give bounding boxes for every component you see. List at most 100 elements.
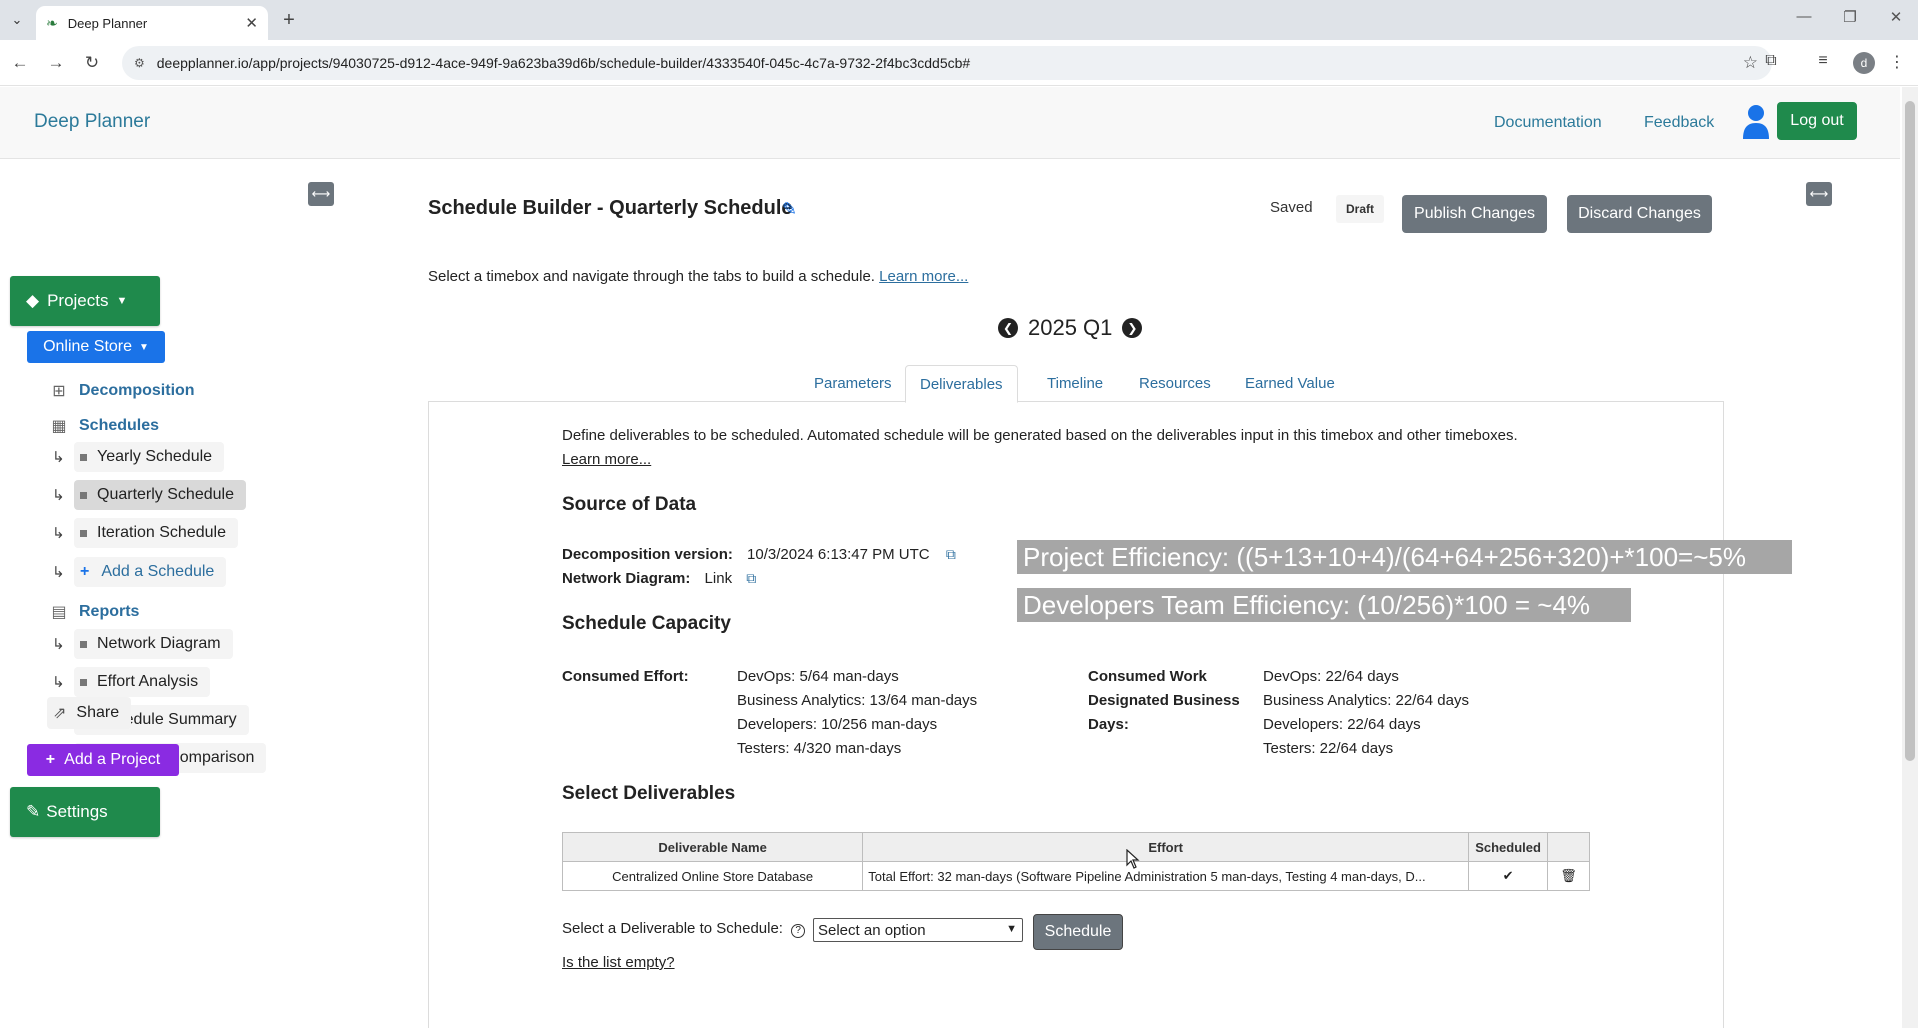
source-of-data-heading: Source of Data (562, 494, 697, 515)
help-question-icon[interactable]: ? (791, 924, 806, 938)
projects-menu-button[interactable]: ◆ Projects ▼ (10, 276, 160, 326)
tab-search-chevron-icon[interactable]: ⌄ (4, 8, 30, 32)
schedule-item-label: Quarterly Schedule (97, 486, 234, 503)
tab-parameters[interactable]: Parameters (800, 365, 906, 402)
sidebar-item-iteration-schedule[interactable]: ↳ Iteration Schedule (52, 518, 238, 548)
logout-button[interactable]: Log out (1777, 102, 1857, 140)
consumed-work-business-analytics: Business Analytics: 22/64 days (1263, 692, 1469, 709)
sidebar-item-decomposition[interactable]: ⊞ Decomposition (49, 381, 194, 401)
network-diagram-row: Network Diagram: Link ⧉ (562, 570, 756, 587)
bullet-square-icon (80, 491, 87, 499)
schedule-button[interactable]: Schedule (1033, 914, 1123, 950)
caret-down-icon: ▼ (116, 295, 128, 307)
project-selector-button[interactable]: Online Store ▼ (27, 331, 165, 363)
report-pill: Effort Analysis (74, 667, 211, 697)
documentation-link[interactable]: Documentation (1494, 114, 1602, 132)
external-link-icon[interactable]: ⧉ (746, 570, 756, 586)
network-diagram-link[interactable]: Link (705, 570, 733, 587)
settings-label: Settings (46, 802, 108, 821)
sidebar-item-network-diagram[interactable]: ↳ Network Diagram (52, 629, 233, 659)
address-bar[interactable]: ⚙ deepplanner.io/app/projects/94030725-d… (122, 46, 1772, 80)
favicon-leaf-icon: ❧ (46, 14, 58, 31)
consumed-work-developers: Developers: 22/64 days (1263, 716, 1421, 733)
deliverables-learn-more-link[interactable]: Learn more... (562, 451, 651, 468)
consumed-work-label-line1: Consumed Work (1088, 668, 1207, 685)
delete-trash-icon[interactable]: 🗑 (1547, 861, 1590, 891)
bullet-square-icon (80, 453, 87, 461)
feedback-link[interactable]: Feedback (1644, 114, 1714, 132)
decomposition-version-value: 10/3/2024 6:13:47 PM UTC (747, 546, 930, 563)
browser-tab[interactable]: ❧ Deep Planner ✕ (36, 6, 268, 40)
settings-button[interactable]: ✎ Settings (10, 787, 160, 837)
browser-toolbar: ← → ↻ ⚙ deepplanner.io/app/projects/9403… (0, 40, 1918, 86)
schedule-item-label: Yearly Schedule (97, 448, 213, 465)
app-page: Deep Planner Documentation Feedback Log … (0, 87, 1900, 1028)
user-icon[interactable] (1742, 103, 1770, 139)
previous-period-chevron-icon[interactable]: ❮ (998, 318, 1018, 338)
select-deliverable-label-row: Select a Deliverable to Schedule: ? (562, 920, 806, 938)
report-item-label: Effort Analysis (97, 673, 199, 690)
right-panel-toggle-arrows-icon[interactable]: ⟷ (1806, 182, 1832, 206)
page-scrollbar[interactable] (1902, 87, 1918, 1028)
learn-more-link[interactable]: Learn more... (879, 268, 968, 285)
decomposition-tree-icon: ⊞ (52, 383, 66, 400)
branch-arrow-icon: ↳ (52, 674, 65, 691)
sidebar-item-add-schedule[interactable]: ↳ + Add a Schedule (52, 557, 227, 587)
schedule-capacity-heading: Schedule Capacity (562, 613, 731, 634)
extensions-puzzle-icon[interactable]: ⧉ (1760, 52, 1782, 70)
edit-pencil-icon[interactable]: ✎ (782, 199, 797, 220)
tab-deliverables[interactable]: Deliverables (905, 365, 1018, 403)
branch-arrow-icon: ↳ (52, 636, 65, 653)
minimize-icon[interactable]: — (1784, 8, 1824, 25)
publish-changes-button[interactable]: Publish Changes (1402, 195, 1547, 233)
is-list-empty-link[interactable]: Is the list empty? (562, 954, 675, 971)
network-diagram-label: Network Diagram: (562, 570, 691, 587)
tab-resources[interactable]: Resources (1125, 365, 1225, 402)
reload-icon[interactable]: ↻ (80, 51, 104, 75)
browser-menu-icon[interactable]: ⋮ (1886, 52, 1908, 72)
period-label: 2025 Q1 (1028, 315, 1113, 340)
schedule-pill: Iteration Schedule (74, 518, 238, 548)
deliverables-intro: Define deliverables to be scheduled. Aut… (562, 427, 1518, 444)
site-info-icon[interactable]: ⚙ (134, 56, 145, 70)
back-arrow-icon[interactable]: ← (8, 51, 32, 75)
report-pill: Network Diagram (74, 629, 233, 659)
page-title: Schedule Builder - Quarterly Schedule (428, 197, 793, 219)
deliverable-select[interactable]: Select an option ▼ (813, 918, 1023, 942)
external-link-icon[interactable]: ⧉ (946, 546, 956, 562)
brand-link[interactable]: Deep Planner (34, 111, 150, 133)
plus-icon: + (80, 563, 90, 580)
sidebar-item-schedules[interactable]: ▦ Schedules (49, 416, 159, 436)
window-close-icon[interactable]: ✕ (1876, 8, 1916, 26)
tab-earned-value[interactable]: Earned Value (1231, 365, 1349, 402)
deliverables-table: Deliverable Name Effort Scheduled Centra… (561, 832, 1590, 891)
forward-arrow-icon[interactable]: → (44, 51, 68, 75)
branch-arrow-icon: ↳ (52, 449, 65, 466)
sidebar-item-quarterly-schedule[interactable]: ↳ Quarterly Schedule (52, 480, 246, 510)
bullet-square-icon (80, 529, 87, 537)
sidebar-item-yearly-schedule[interactable]: ↳ Yearly Schedule (52, 442, 225, 472)
share-button[interactable]: ⇗ Share (47, 697, 132, 729)
sidebar-item-reports[interactable]: ▤ Reports (49, 602, 139, 622)
select-deliverables-heading: Select Deliverables (562, 783, 736, 804)
bookmark-star-icon[interactable]: ☆ (1743, 53, 1758, 73)
new-tab-plus-icon[interactable]: + (276, 8, 302, 32)
scrollbar-thumb[interactable] (1905, 101, 1915, 761)
saved-status: Saved (1270, 199, 1313, 216)
add-project-button[interactable]: + Add a Project (27, 744, 179, 776)
tab-timeline[interactable]: Timeline (1033, 365, 1117, 402)
discard-changes-button[interactable]: Discard Changes (1567, 195, 1712, 233)
media-control-icon[interactable]: ≡ (1812, 52, 1834, 70)
schedule-pill: Yearly Schedule (74, 442, 225, 472)
url-text: deepplanner.io/app/projects/94030725-d91… (156, 55, 971, 71)
tab-close-icon[interactable]: ✕ (245, 14, 258, 32)
sidebar-item-effort-analysis[interactable]: ↳ Effort Analysis (52, 667, 211, 697)
mouse-cursor-icon (1126, 849, 1140, 869)
intro-sentence: Select a timebox and navigate through th… (428, 268, 875, 285)
restore-icon[interactable]: ❐ (1830, 8, 1870, 26)
add-schedule-pill: + Add a Schedule (74, 557, 227, 587)
next-period-chevron-icon[interactable]: ❯ (1122, 318, 1143, 338)
table-row: Centralized Online Store Database Total … (561, 861, 1590, 891)
branch-arrow-icon: ↳ (52, 525, 65, 542)
profile-avatar[interactable]: d (1853, 52, 1875, 74)
